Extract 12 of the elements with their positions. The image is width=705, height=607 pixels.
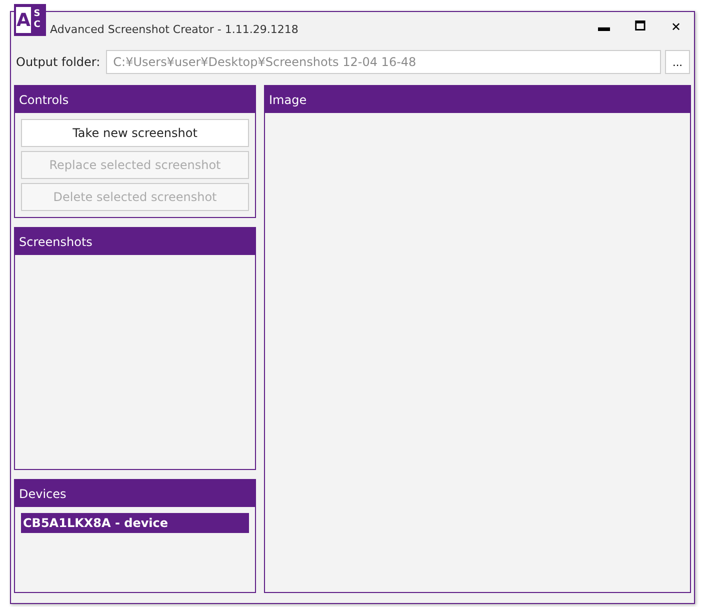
- close-button[interactable]: ✕: [658, 12, 694, 42]
- maximize-button[interactable]: 🗖: [622, 12, 658, 42]
- panel-header: Screenshots: [15, 228, 255, 255]
- device-item[interactable]: CB5A1LKX8A - device: [21, 513, 249, 533]
- browse-button[interactable]: ...: [665, 50, 690, 74]
- minimize-button[interactable]: ▬: [586, 12, 622, 42]
- field-label: Output folder:: [16, 55, 100, 69]
- window-title: Advanced Screenshot Creator - 1.11.29.1218: [50, 22, 300, 36]
- panel-header: Devices: [15, 480, 255, 507]
- panel-header: Image: [265, 86, 690, 113]
- action-button[interactable]: Take new screenshot: [21, 119, 249, 147]
- panel-header: Controls: [15, 86, 255, 113]
